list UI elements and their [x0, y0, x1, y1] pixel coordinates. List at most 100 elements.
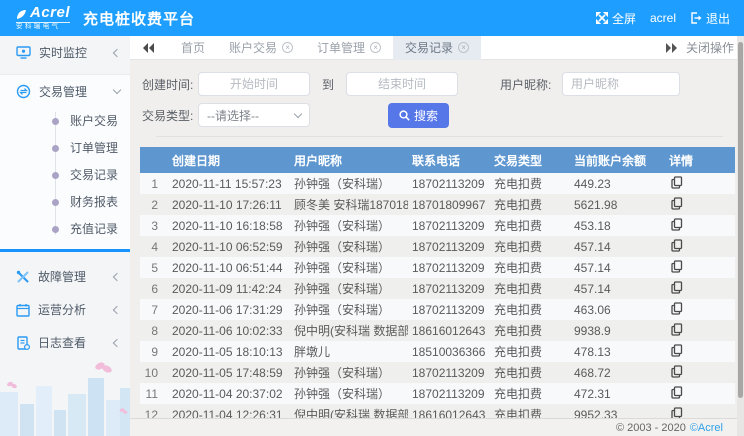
- cell-date: 2020-11-04 20:37:02: [168, 383, 290, 404]
- detail-copy-button[interactable]: [671, 386, 683, 399]
- top-header: Acrel 安科瑞电气 充电桩收费平台 全屏 acrel: [0, 0, 744, 36]
- cell-index: 10: [140, 362, 168, 383]
- tab-1[interactable]: 账户交易 ×: [217, 36, 305, 60]
- form-divider: [156, 136, 723, 137]
- vertical-scrollbar[interactable]: [737, 36, 744, 436]
- city-skyline-decoration: [0, 352, 130, 436]
- detail-copy-button[interactable]: [671, 260, 683, 273]
- detail-copy-button[interactable]: [671, 323, 683, 336]
- detail-copy-button[interactable]: [671, 344, 683, 357]
- logout-button[interactable]: 退出: [690, 10, 730, 27]
- cell-date: 2020-11-05 17:48:59: [168, 362, 290, 383]
- cell-index: 4: [140, 236, 168, 257]
- scrollbar-thumb[interactable]: [738, 42, 743, 398]
- detail-copy-button[interactable]: [671, 302, 683, 315]
- tab-close-icon[interactable]: ×: [370, 42, 381, 53]
- cell-date: 2020-11-10 17:26:11: [168, 194, 290, 215]
- detail-copy-button[interactable]: [671, 239, 683, 252]
- fullscreen-button[interactable]: 全屏: [596, 10, 636, 27]
- detail-copy-button[interactable]: [671, 176, 683, 189]
- copyright-text: © 2003 - 2020: [616, 422, 686, 434]
- tab-label: 账户交易: [229, 36, 277, 60]
- cell-index: 2: [140, 194, 168, 215]
- cell-balance: 463.06: [570, 299, 665, 320]
- cell-type: 充电扣费: [490, 299, 570, 320]
- table-row: 102020-11-05 17:48:59孙钟强（安科瑞）18702113209…: [140, 362, 735, 383]
- transactions-table: 创建日期 用户昵称 联系电话 交易类型 当前账户余额 详情 12020-11-1…: [140, 147, 735, 425]
- col-header-phone: 联系电话: [408, 147, 490, 173]
- cell-phone: 18702113209: [408, 299, 490, 320]
- cell-type: 充电扣费: [490, 383, 570, 404]
- cell-balance: 457.14: [570, 278, 665, 299]
- cell-nickname: 孙钟强（安科瑞）: [290, 278, 408, 299]
- tools-icon: [16, 270, 30, 284]
- cell-index: 9: [140, 341, 168, 362]
- sidebar-item-transaction-mgmt[interactable]: 交易管理: [0, 75, 130, 108]
- sidebar-item-fault-mgmt[interactable]: 故障管理: [0, 260, 130, 293]
- copy-icon: [671, 260, 683, 273]
- sidebar-item-label: 实时监控: [39, 44, 87, 61]
- detail-copy-button[interactable]: [671, 197, 683, 210]
- cell-phone: 18702113209: [408, 278, 490, 299]
- table-row: 42020-11-10 06:52:59孙钟强（安科瑞）18702113209充…: [140, 236, 735, 257]
- table-body: 12020-11-11 15:57:23孙钟强（安科瑞）18702113209充…: [140, 173, 735, 425]
- search-form: 创建时间: 到 用户昵称: 交易类型: --请选择-- 搜: [130, 60, 737, 137]
- cell-detail: [665, 299, 735, 320]
- chevron-left-icon: [113, 305, 121, 313]
- table-row: 82020-11-06 10:02:33倪中明(安科瑞 数据部)1...1861…: [140, 320, 735, 341]
- logo-sub-text: 安科瑞电气: [16, 22, 70, 31]
- double-left-arrow-icon: [142, 43, 155, 53]
- sidebar-subitem-0[interactable]: 账户交易: [0, 108, 130, 135]
- tab-close-icon[interactable]: ×: [282, 42, 293, 53]
- search-button[interactable]: 搜索: [388, 103, 449, 128]
- tab-3[interactable]: 交易记录×: [393, 36, 481, 60]
- sidebar-submenu: 账户交易订单管理交易记录财务报表充值记录: [0, 108, 130, 243]
- close-operations-button[interactable]: 关闭操作: [686, 39, 734, 56]
- copy-icon: [671, 197, 683, 210]
- transaction-type-label: 交易类型:: [142, 107, 198, 124]
- acrel-logo: Acrel 安科瑞电气: [16, 5, 70, 31]
- cell-phone: 18510036366: [408, 341, 490, 362]
- sidebar-subitem-3[interactable]: 财务报表: [0, 189, 130, 216]
- double-right-arrow-icon[interactable]: [665, 43, 678, 53]
- detail-copy-button[interactable]: [671, 218, 683, 231]
- sidebar-item-label: 故障管理: [38, 268, 86, 285]
- nickname-input[interactable]: [562, 72, 680, 96]
- sidebar-item-realtime-monitor[interactable]: 实时监控: [0, 36, 130, 69]
- cell-type: 充电扣费: [490, 341, 570, 362]
- transaction-type-select[interactable]: --请选择--: [198, 103, 310, 127]
- col-header-detail: 详情: [665, 147, 735, 173]
- sidebar-subitem-1[interactable]: 订单管理: [0, 135, 130, 162]
- sidebar-item-operation-analysis[interactable]: 运营分析: [0, 293, 130, 326]
- end-time-input[interactable]: [346, 72, 458, 96]
- search-button-label: 搜索: [414, 107, 438, 124]
- tab-2[interactable]: 订单管理×: [305, 36, 393, 60]
- cell-index: 3: [140, 215, 168, 236]
- cell-nickname: 孙钟强（安科瑞）: [290, 173, 408, 194]
- logo-brand-text: Acrel: [30, 5, 70, 20]
- username[interactable]: acrel: [650, 11, 676, 25]
- cell-date: 2020-11-11 15:57:23: [168, 173, 290, 194]
- cell-phone: 18616012643: [408, 320, 490, 341]
- start-time-input[interactable]: [198, 72, 310, 96]
- tab-close-icon[interactable]: ×: [458, 42, 469, 53]
- cell-nickname: 孙钟强（安科瑞）: [290, 299, 408, 320]
- detail-copy-button[interactable]: [671, 365, 683, 378]
- chevron-left-icon: [113, 272, 121, 280]
- cell-type: 充电扣费: [490, 215, 570, 236]
- sidebar-subitem-4[interactable]: 充值记录: [0, 216, 130, 243]
- cell-date: 2020-11-06 10:02:33: [168, 320, 290, 341]
- cell-detail: [665, 173, 735, 194]
- detail-copy-button[interactable]: [671, 281, 683, 294]
- nickname-label: 用户昵称:: [500, 76, 562, 93]
- tab-home[interactable]: 首页: [169, 36, 217, 60]
- acrel-brand-link[interactable]: ©Acrel: [690, 422, 723, 434]
- collapse-tabs-button[interactable]: [130, 43, 165, 53]
- sidebar-subitem-2[interactable]: 交易记录: [0, 162, 130, 189]
- cell-phone: 18702113209: [408, 236, 490, 257]
- app-window: Acrel 安科瑞电气 充电桩收费平台 全屏 acrel: [0, 0, 744, 436]
- cell-type: 充电扣费: [490, 236, 570, 257]
- cell-date: 2020-11-09 11:42:24: [168, 278, 290, 299]
- cell-balance: 457.14: [570, 257, 665, 278]
- cell-type: 充电扣费: [490, 194, 570, 215]
